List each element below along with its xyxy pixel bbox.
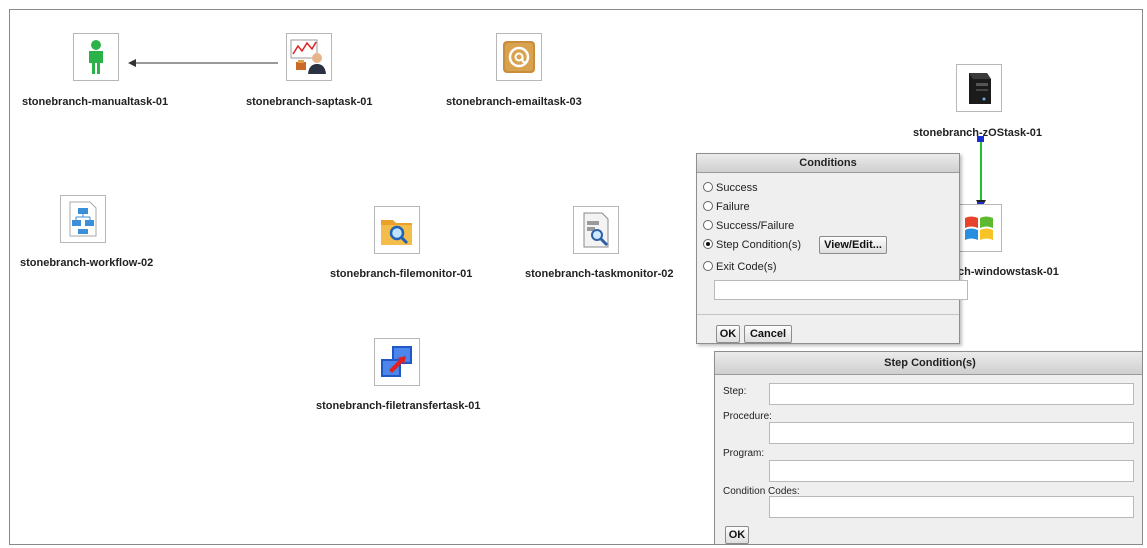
- filetransfer-tile[interactable]: [374, 338, 420, 386]
- manualtask-tile[interactable]: [73, 33, 119, 81]
- cancel-button[interactable]: Cancel: [744, 325, 792, 343]
- node-label: stonebranch-filemonitor-01: [330, 268, 473, 280]
- radio-button[interactable]: [703, 182, 713, 192]
- saptask-tile[interactable]: [286, 33, 332, 81]
- condition-codes-input[interactable]: [769, 496, 1134, 518]
- workflow-tile[interactable]: [60, 195, 106, 243]
- radio-success-failure[interactable]: Success/Failure: [703, 219, 794, 233]
- node-label: stonebranch-taskmonitor-02: [525, 268, 674, 280]
- zostask-tile[interactable]: [956, 64, 1002, 112]
- node-label: stonebranch-workflow-02: [20, 257, 154, 269]
- conditions-dialog: Conditions Success Failure Success/Failu…: [696, 153, 968, 344]
- radio-failure[interactable]: Failure: [703, 200, 750, 214]
- folder-search-icon: [381, 220, 412, 245]
- emailtask-tile[interactable]: [496, 33, 542, 81]
- radio-label: Success: [716, 182, 758, 194]
- node-label: stonebranch-filetransfertask-01: [316, 400, 481, 412]
- radio-button[interactable]: [703, 220, 713, 230]
- step-input[interactable]: [769, 383, 1134, 405]
- step-dialog-title: Step Condition(s): [715, 352, 1142, 375]
- node-label: stonebranch-saptask-01: [246, 96, 373, 108]
- step-label: Step:: [723, 386, 747, 397]
- radio-button[interactable]: [703, 201, 713, 211]
- step-conditions-dialog: Step Condition(s) Step: Procedure: Progr…: [714, 351, 1142, 544]
- flowchart-icon: [69, 201, 97, 237]
- document-search-icon: [583, 212, 609, 248]
- exit-codes-input[interactable]: [714, 280, 968, 300]
- procedure-input[interactable]: [769, 422, 1134, 444]
- view-edit-button[interactable]: View/Edit...: [819, 236, 887, 254]
- step-ok-button[interactable]: OK: [725, 526, 749, 544]
- node-label: stonebranch-manualtask-01: [22, 96, 169, 108]
- person-icon: [89, 40, 103, 74]
- radio-success[interactable]: Success: [703, 181, 758, 195]
- radio-button[interactable]: [703, 261, 713, 271]
- file-transfer-icon: [381, 346, 412, 377]
- radio-label: Exit Code(s): [716, 261, 777, 273]
- windows-logo-icon: [965, 216, 993, 240]
- radio-label: Failure: [716, 201, 750, 213]
- radio-label: Step Condition(s): [716, 239, 801, 251]
- node-label: stonebranch-zOStask-01: [913, 127, 1042, 139]
- procedure-label: Procedure:: [723, 411, 772, 422]
- conditions-dialog-title: Conditions: [697, 154, 959, 173]
- node-label: stonebranch-emailtask-03: [446, 96, 582, 108]
- ok-button[interactable]: OK: [716, 325, 740, 343]
- node-label: ch-windowstask-01: [958, 266, 1059, 278]
- radio-step-conditions[interactable]: Step Condition(s): [703, 238, 801, 252]
- sap-user-chart-icon: [290, 39, 326, 74]
- workflow-canvas[interactable]: stonebranch-manualtask-01 stonebranch-sa…: [9, 9, 1143, 545]
- dialog-divider: [697, 314, 959, 315]
- radio-exit-codes[interactable]: Exit Code(s): [703, 260, 777, 274]
- windowstask-tile[interactable]: [956, 204, 1002, 252]
- radio-button[interactable]: [703, 239, 713, 249]
- email-at-icon: [503, 41, 535, 73]
- program-label: Program:: [723, 448, 765, 459]
- server-tower-icon: [969, 73, 991, 104]
- taskmonitor-tile[interactable]: [573, 206, 619, 254]
- radio-label: Success/Failure: [716, 220, 795, 232]
- arrowhead-icon: [128, 59, 136, 67]
- filemonitor-tile[interactable]: [374, 206, 420, 254]
- program-input[interactable]: [769, 460, 1134, 482]
